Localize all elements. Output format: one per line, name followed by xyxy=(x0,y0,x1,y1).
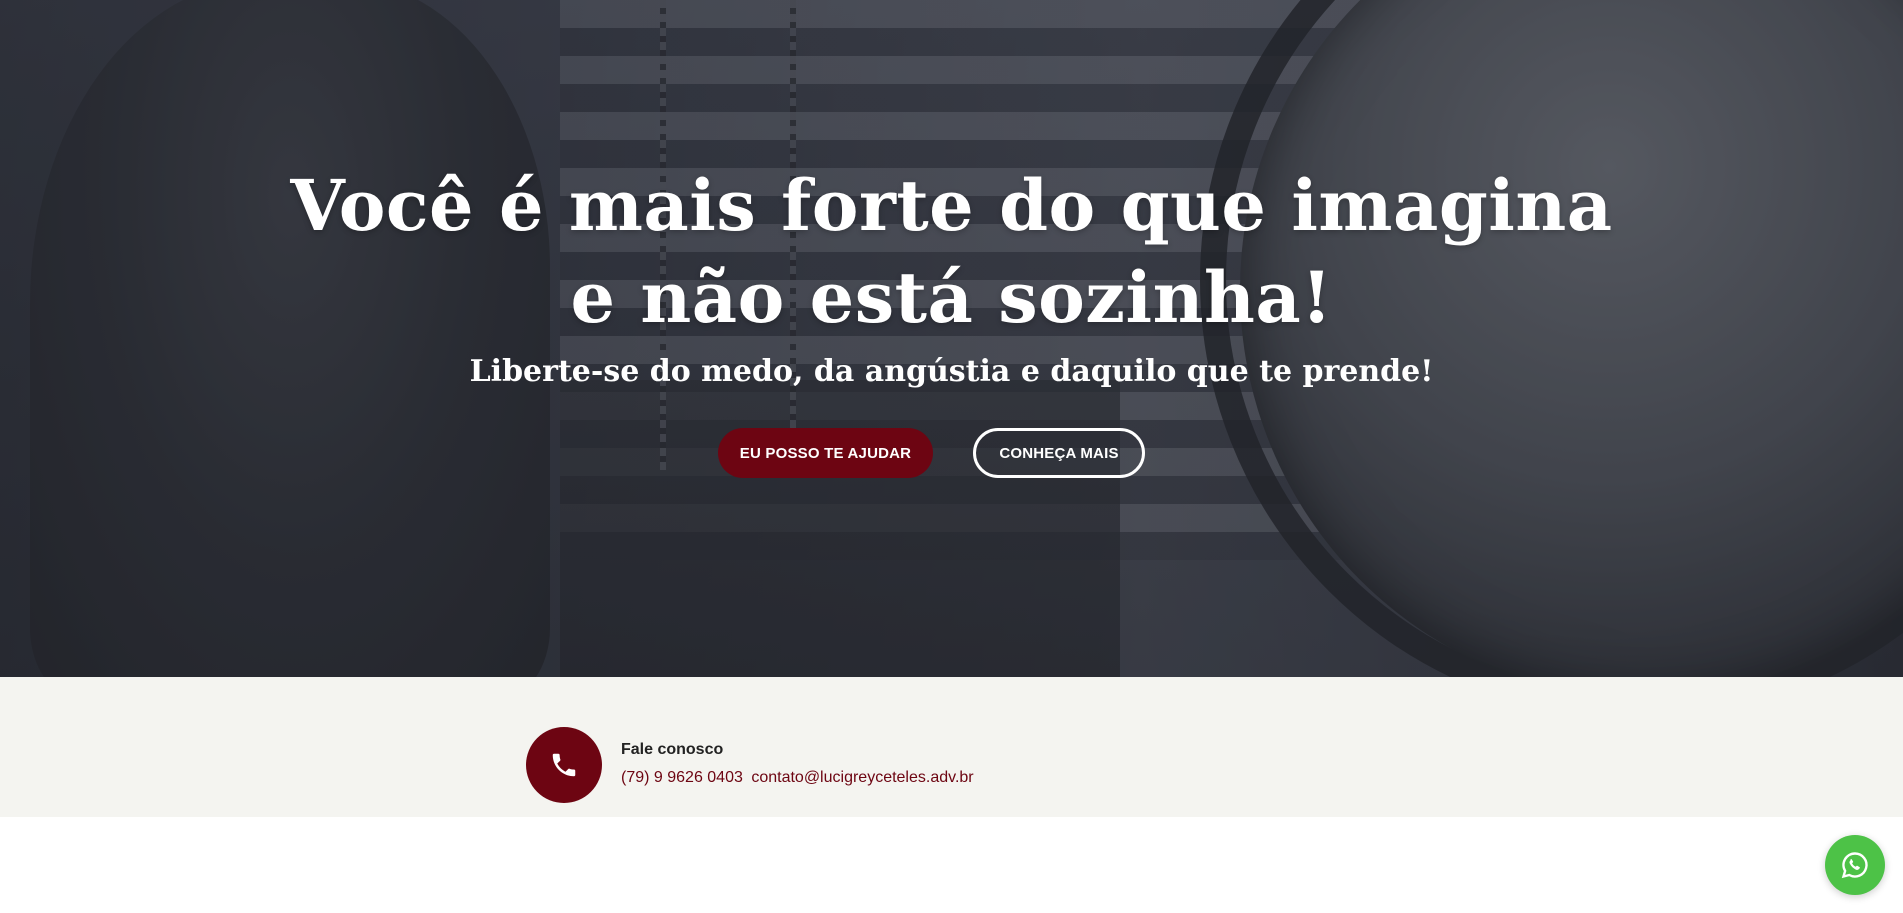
phone-icon[interactable] xyxy=(526,727,602,803)
hero-title-line-1: Você é mais forte do que imagina xyxy=(290,164,1613,247)
hero-title: Você é mais forte do que imagina e não e… xyxy=(0,160,1903,344)
contact-info: (79) 9 9626 0403 contato@lucigreyceteles… xyxy=(621,769,974,787)
contact-strip: Fale conosco (79) 9 9626 0403 contato@lu… xyxy=(0,677,1903,817)
hero-subtitle: Liberte-se do medo, da angústia e daquil… xyxy=(469,354,1434,389)
contact-label: Fale conosco xyxy=(621,741,724,758)
whatsapp-icon[interactable] xyxy=(1825,835,1885,895)
learn-more-button[interactable]: CONHEÇA MAIS xyxy=(973,428,1145,478)
contact-phone-link[interactable]: (79) 9 9626 0403 xyxy=(621,769,743,786)
hero-title-line-2: e não está sozinha! xyxy=(570,256,1333,339)
hero-section: Você é mais forte do que imagina e não e… xyxy=(0,0,1903,677)
contact-email-link[interactable]: contato@lucigreyceteles.adv.br xyxy=(751,769,973,786)
help-button[interactable]: EU POSSO TE AJUDAR xyxy=(718,428,933,478)
